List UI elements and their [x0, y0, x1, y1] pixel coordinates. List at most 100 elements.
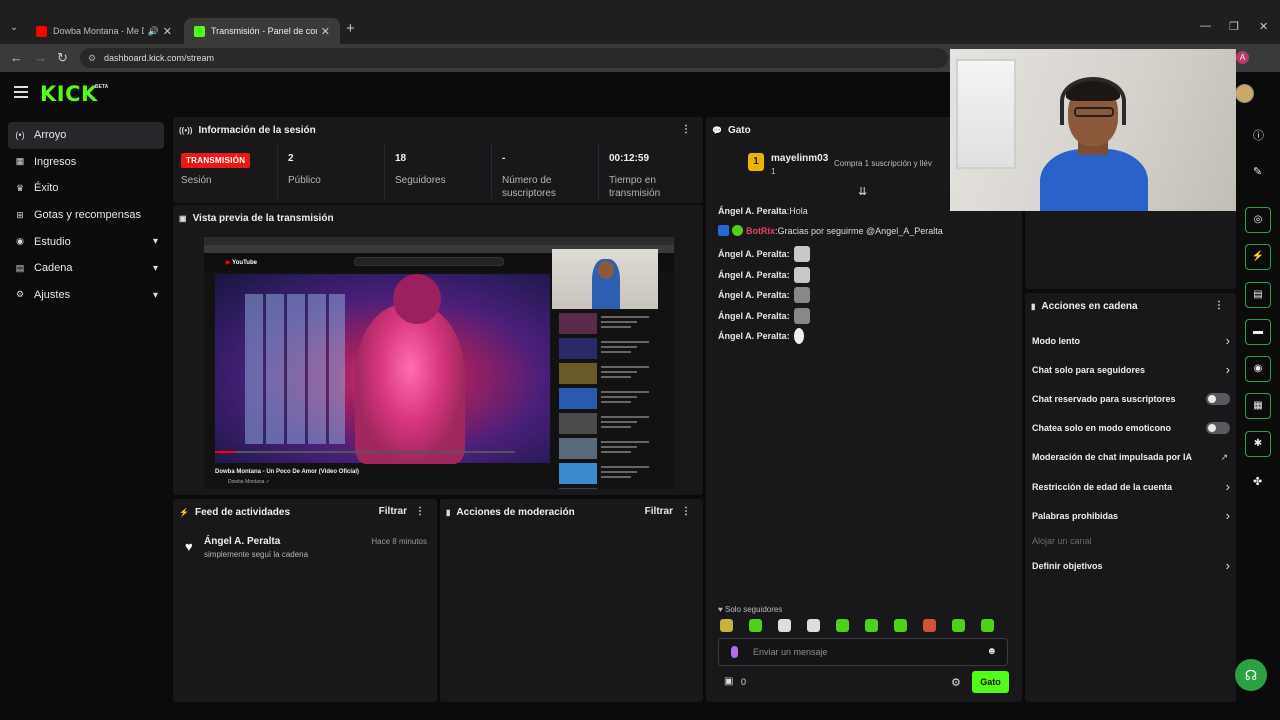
sidebar-item-cadena[interactable]: ▤ Cadena ▾	[8, 255, 164, 282]
chat-message: Ángel A. Peralta:	[718, 328, 804, 344]
expand-pinned-icon[interactable]: ⇊	[858, 185, 867, 198]
stat-label: Público	[288, 175, 321, 186]
broadcast-icon: ((•))	[179, 125, 193, 135]
add-widget-icon[interactable]: ✤	[1253, 475, 1262, 488]
host-channel-item: Alojar un canal	[1032, 536, 1092, 546]
kick-logo[interactable]: KICK	[40, 82, 98, 106]
broadcast-widget-icon[interactable]: ◉	[1245, 356, 1271, 382]
subscribers-chat-toggle[interactable]	[1206, 393, 1230, 405]
emote-icon	[793, 328, 804, 344]
emote-icon[interactable]	[749, 619, 762, 632]
emote-icon	[793, 287, 810, 303]
emote-icon[interactable]	[952, 619, 965, 632]
sidebar-item-exito[interactable]: ♛ Éxito	[8, 175, 164, 202]
close-window-icon[interactable]: ✕	[1259, 20, 1268, 33]
panel-header: ⚡ Feed de actividades Filtrar ⋮	[173, 499, 437, 525]
recommended-list	[559, 313, 664, 489]
stat-label: Sesión	[181, 175, 212, 186]
minimize-icon[interactable]: —	[1200, 20, 1211, 32]
restore-icon[interactable]: ❐	[1229, 20, 1239, 33]
sidebar-item-arroyo[interactable]: (•) Arroyo	[8, 122, 164, 149]
back-icon[interactable]: ←	[10, 50, 23, 65]
moderation-panel: ▮ Acciones de moderación Filtrar ⋮	[440, 499, 703, 702]
sidebar-item-label: Ajustes	[34, 288, 71, 301]
more-options-icon[interactable]: ⋮	[681, 506, 691, 517]
chat-user[interactable]: Ángel A. Peralta:	[718, 249, 790, 259]
emote-only-toggle[interactable]	[1206, 422, 1230, 434]
browser-tab-kick[interactable]: Transmisión - Panel de control ✕	[184, 18, 340, 44]
chat-user[interactable]: Ángel A. Peralta:	[718, 270, 790, 280]
followers-stat: 18 Seguidores	[395, 153, 446, 187]
wrench-widget-icon[interactable]: ✱	[1245, 431, 1271, 457]
browser-profile-avatar[interactable]: A	[1236, 51, 1249, 64]
forward-icon[interactable]: →	[34, 50, 47, 65]
chat-message-input[interactable]: Enviar un mensaje ☻	[718, 638, 1008, 666]
age-restriction-item[interactable]: Restricción de edad de la cuenta ›	[1032, 479, 1230, 494]
webcam-thumbnail	[552, 249, 658, 309]
emote-icon[interactable]	[865, 619, 878, 632]
document-widget-icon[interactable]: ▤	[1245, 282, 1271, 308]
emote-icon[interactable]	[981, 619, 994, 632]
site-info-icon[interactable]: ⚙	[88, 48, 96, 68]
chat-user[interactable]: Ángel A. Peralta:	[718, 311, 790, 321]
new-tab-icon[interactable]: +	[346, 20, 355, 37]
emote-icon[interactable]	[778, 619, 791, 632]
layout-widget-icon[interactable]: ▦	[1245, 393, 1271, 419]
sidebar-item-estudio[interactable]: ◉ Estudio ▾	[8, 228, 164, 255]
banned-words-item[interactable]: Palabras prohibidas ›	[1032, 508, 1230, 523]
sidebar-item-gotas[interactable]: ⊞ Gotas y recompensas	[8, 202, 164, 229]
points-icon[interactable]: ▣	[724, 676, 733, 687]
microphone-icon[interactable]	[731, 646, 738, 658]
settings-icon: ⚙	[15, 289, 25, 300]
emote-icon[interactable]	[720, 619, 733, 632]
speaker-icon[interactable]: 🔊	[148, 26, 159, 37]
edit-icon[interactable]: ✎	[1253, 165, 1262, 178]
send-chat-button[interactable]: Gato	[972, 671, 1009, 693]
chat-user[interactable]: Ángel A. Peralta:	[718, 290, 790, 300]
set-goals-item[interactable]: Definir objetivos ›	[1032, 558, 1230, 573]
more-options-icon[interactable]: ⋮	[681, 124, 691, 135]
close-tab-icon[interactable]: ✕	[321, 25, 330, 38]
camera-widget-icon[interactable]: ◎	[1245, 207, 1271, 233]
pinned-count: 1	[771, 167, 776, 176]
close-tab-icon[interactable]: ✕	[163, 25, 172, 38]
followers-only-chat-item[interactable]: Chat solo para seguidores ›	[1032, 362, 1230, 377]
tab-search-icon[interactable]: ⌄	[6, 20, 22, 36]
user-avatar[interactable]	[1235, 84, 1254, 103]
emote-icon[interactable]	[923, 619, 936, 632]
more-options-icon[interactable]: ⋮	[415, 506, 425, 517]
chat-user[interactable]: BotRix	[746, 226, 775, 236]
slow-mode-item[interactable]: Modo lento ›	[1032, 333, 1230, 348]
emote-icon	[793, 267, 810, 283]
youtube-logo: ▶ YouTube	[226, 260, 257, 266]
stream-preview-video[interactable]: ▶ YouTube Dowba Montana - Un Poco De Amo…	[204, 237, 674, 489]
sidebar-item-label: Cadena	[34, 262, 73, 275]
chat-widget-icon[interactable]: ▬	[1245, 319, 1271, 345]
emote-icon[interactable]	[836, 619, 849, 632]
ai-moderation-item[interactable]: Moderación de chat impulsada por IA ↗	[1032, 452, 1228, 462]
chevron-right-icon: ›	[1225, 508, 1230, 523]
filter-button[interactable]: Filtrar	[645, 506, 673, 517]
emote-icon[interactable]	[807, 619, 820, 632]
help-chat-icon[interactable]: ☊	[1235, 659, 1267, 691]
browser-tab-youtube[interactable]: Dowba Montana - Me Dan Ganas 🔊 ✕	[26, 18, 182, 44]
chat-input-placeholder: Enviar un mensaje	[753, 647, 828, 657]
menu-icon[interactable]	[14, 86, 28, 98]
emoji-picker-icon[interactable]: ☻	[986, 646, 997, 657]
kick-favicon-icon	[194, 25, 205, 37]
chat-settings-icon[interactable]: ⚙	[951, 676, 961, 689]
chat-user[interactable]: Ángel A. Peralta:	[718, 331, 790, 341]
panel-title: Acciones en cadena	[1041, 300, 1138, 312]
emote-icon[interactable]	[894, 619, 907, 632]
url-input[interactable]: ⚙ dashboard.kick.com/stream	[80, 48, 948, 68]
sidebar-item-ingresos[interactable]: ▦ Ingresos	[8, 149, 164, 176]
chat-user[interactable]: Ángel A. Peralta	[718, 206, 787, 216]
activity-user[interactable]: Ángel A. Peralta	[204, 536, 280, 547]
reload-icon[interactable]: ↻	[57, 50, 68, 66]
more-options-icon[interactable]: ⋮	[1214, 300, 1224, 311]
lightning-icon: ⚡	[179, 507, 189, 517]
info-icon[interactable]: ⓘ	[1253, 127, 1264, 143]
lightning-widget-icon[interactable]: ⚡	[1245, 244, 1271, 270]
sidebar-item-ajustes[interactable]: ⚙ Ajustes ▾	[8, 282, 164, 309]
filter-button[interactable]: Filtrar	[379, 506, 407, 517]
